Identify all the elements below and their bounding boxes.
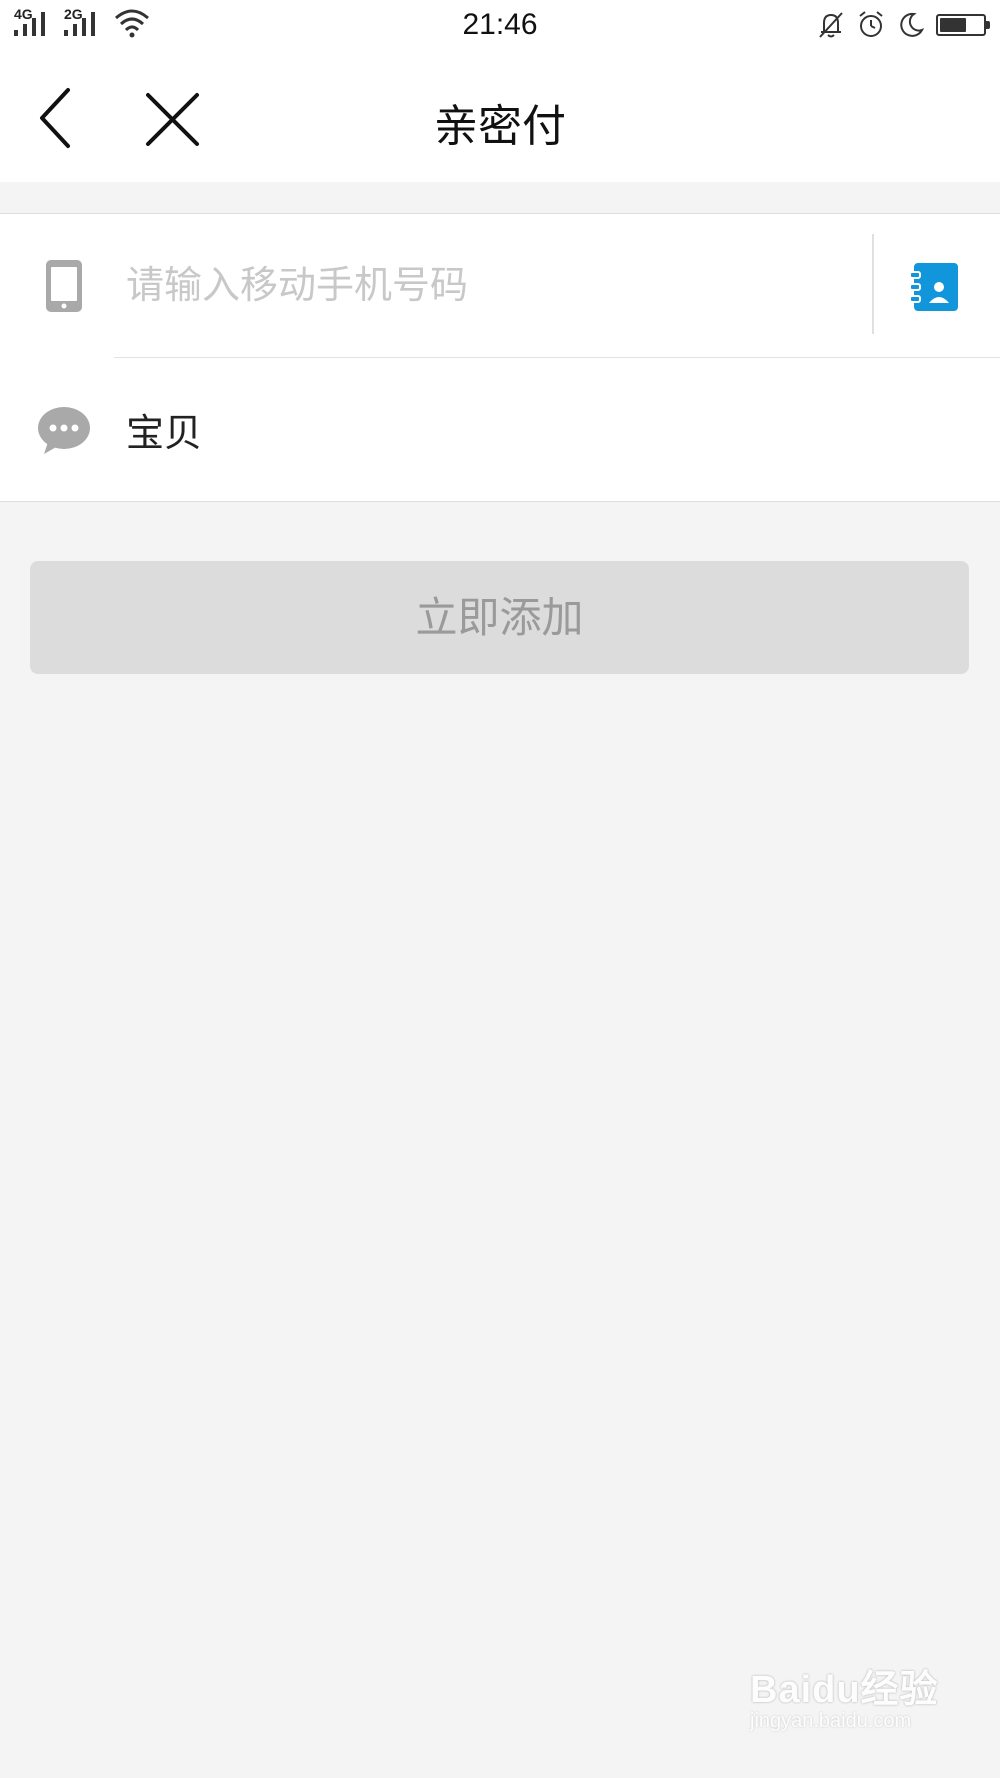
mute-bell-icon [819,12,843,38]
phone-row [0,214,1000,358]
baidu-jingyan-watermark: Baidu经验 jingyan.baidu.com [750,1638,950,1748]
chat-bubble-icon [38,407,90,454]
phone-number-input[interactable] [126,250,856,320]
alarm-icon [859,11,883,37]
battery-fill [940,18,967,32]
contacts-button[interactable] [908,259,963,314]
battery-icon [936,14,990,36]
page-title: 亲密付 [434,101,566,152]
contacts-book-icon [909,263,958,311]
add-now-button[interactable]: 立即添加 [30,561,969,674]
status-bar: 4G 2G 21:46 [0,0,1000,52]
vertical-divider [872,234,874,334]
status-right [816,10,990,40]
message-row[interactable]: 宝贝 [0,358,1000,501]
form-card: 宝贝 [0,213,1000,502]
message-text[interactable]: 宝贝 [126,402,202,457]
phone-icon [46,260,82,312]
watermark-brand: Baidu经验 [750,1669,939,1711]
moon-icon [900,12,925,37]
nav-bar: 亲密付 [0,52,1000,182]
watermark-url: jingyan.baidu.com [750,1710,912,1732]
